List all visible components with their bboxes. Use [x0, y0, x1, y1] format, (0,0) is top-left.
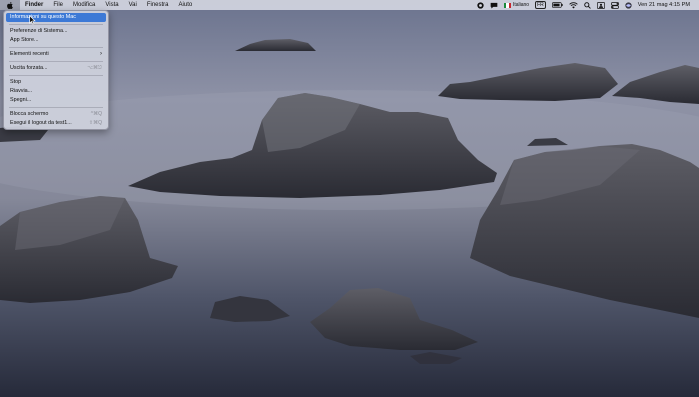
input-source-badge[interactable]: FR: [532, 0, 549, 10]
menu-aiuto[interactable]: Aiuto: [174, 0, 198, 10]
menu-vai[interactable]: Vai: [124, 0, 142, 10]
menu-separator: [9, 107, 103, 108]
menu-item-about-this-mac[interactable]: Informazioni su questo Mac: [6, 13, 106, 22]
shortcut-force-quit: ⌥⌘⎋: [87, 65, 102, 71]
search-icon[interactable]: [581, 0, 594, 10]
keyboard-layout-label: Italiano: [512, 2, 530, 8]
menu-file[interactable]: File: [48, 0, 68, 10]
menu-item-system-preferences[interactable]: Preferenze di Sistema...: [6, 27, 106, 36]
apple-menu-dropdown: Informazioni su questo Mac Preferenze di…: [3, 10, 109, 130]
menu-separator: [9, 75, 103, 76]
menu-finestra[interactable]: Finestra: [142, 0, 174, 10]
mouse-cursor-icon: [29, 15, 36, 25]
user-switch-icon[interactable]: [594, 0, 608, 10]
menu-separator: [9, 61, 103, 62]
menu-finder[interactable]: Finder: [20, 0, 48, 10]
keyboard-layout-menu[interactable]: Italiano: [501, 0, 532, 10]
siri-icon[interactable]: [622, 0, 635, 10]
control-center-icon[interactable]: [608, 0, 622, 10]
menu-bar: Finder File Modifica Vista Vai Finestra …: [0, 0, 699, 10]
menu-item-log-out[interactable]: Esegui il logout da test1... ⇧⌘Q: [6, 119, 106, 128]
messages-icon[interactable]: [487, 0, 501, 10]
menu-item-force-quit[interactable]: Uscita forzata... ⌥⌘⎋: [6, 64, 106, 73]
shortcut-log-out: ⇧⌘Q: [88, 120, 102, 126]
menu-modifica[interactable]: Modifica: [68, 0, 100, 10]
shortcut-lock-screen: ^⌘Q: [90, 111, 102, 117]
menu-item-recent-items[interactable]: Elementi recenti ›: [6, 50, 106, 59]
menu-separator: [9, 24, 103, 25]
menu-item-lock-screen[interactable]: Blocca schermo ^⌘Q: [6, 110, 106, 119]
wifi-icon[interactable]: [566, 0, 581, 10]
menu-item-sleep[interactable]: Stop: [6, 78, 106, 87]
menu-item-restart[interactable]: Riavvia...: [6, 87, 106, 96]
chevron-right-icon: ›: [100, 51, 102, 57]
menu-separator: [9, 47, 103, 48]
record-status-icon[interactable]: [474, 0, 487, 10]
menu-item-app-store[interactable]: App Store...: [6, 36, 106, 45]
italian-flag-icon: [503, 2, 511, 8]
apple-logo-icon: [7, 1, 13, 9]
menu-vista[interactable]: Vista: [100, 0, 123, 10]
clock[interactable]: Ven 21 mag 4:15 PM: [635, 0, 693, 10]
battery-icon[interactable]: [549, 0, 566, 10]
apple-menu-button[interactable]: [0, 0, 20, 10]
menu-item-shut-down[interactable]: Spegni...: [6, 96, 106, 105]
